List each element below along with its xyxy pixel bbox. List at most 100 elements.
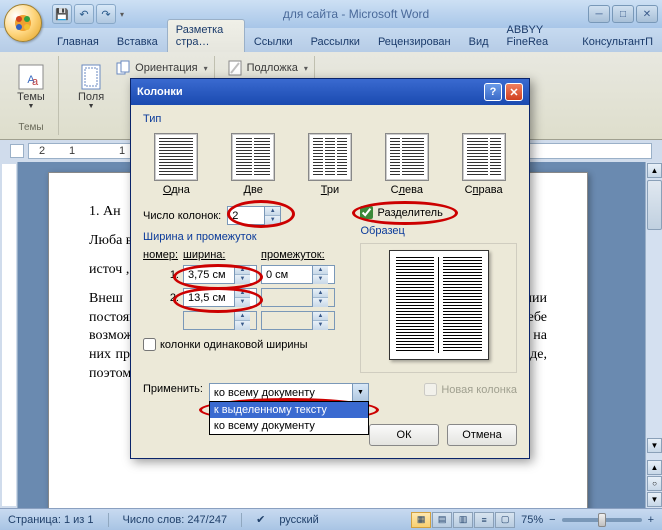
svg-text:a: a	[32, 76, 39, 88]
scroll-thumb[interactable]	[647, 180, 662, 230]
apply-label: Применить:	[143, 383, 203, 395]
ribbon-tabs: Главная Вставка Разметка стра… Ссылки Ра…	[0, 28, 662, 52]
num-cols-input[interactable]	[228, 208, 264, 224]
prev-page-button[interactable]: ▲	[647, 460, 662, 475]
sample-label: Образец	[360, 225, 517, 237]
zoom-out-button[interactable]: −	[549, 514, 555, 526]
equal-width-checkbox[interactable]: колонки одинаковой ширины	[143, 338, 308, 351]
separator-checkbox[interactable]: Разделитель	[360, 206, 442, 219]
dialog-close-button[interactable]: ✕	[505, 83, 523, 101]
row2-width-spinner[interactable]: ▲▼	[183, 288, 257, 307]
office-icon	[12, 12, 34, 34]
tab-home[interactable]: Главная	[48, 31, 108, 52]
row2-num: 2:	[143, 292, 179, 304]
zoom-level[interactable]: 75%	[521, 514, 543, 526]
dialog-titlebar[interactable]: Колонки ? ✕	[131, 79, 529, 105]
tab-references[interactable]: Ссылки	[245, 31, 302, 52]
watermark-button[interactable]: Подложка	[227, 58, 308, 78]
row1-gap-spinner[interactable]: ▲▼	[261, 265, 335, 284]
themes-icon: Aa	[17, 63, 45, 91]
tab-mailings[interactable]: Рассылки	[302, 31, 369, 52]
themes-button[interactable]: Aa Темы ▼	[10, 58, 52, 115]
apply-option-selection[interactable]: к выделенному тексту	[210, 402, 368, 418]
svg-text:1: 1	[119, 145, 125, 157]
tab-abbyy[interactable]: ABBYY FineRea	[498, 19, 574, 52]
sample-box	[360, 243, 517, 373]
dialog-title: Колонки	[137, 86, 481, 98]
ok-button[interactable]: ОК	[369, 424, 439, 446]
vertical-scrollbar[interactable]: ▲ ▼ ▲ ○ ▼	[645, 162, 662, 508]
num-cols-spinner[interactable]: ▲▼	[227, 206, 281, 225]
zoom-in-button[interactable]: +	[648, 514, 654, 526]
scroll-down-button[interactable]: ▼	[647, 438, 662, 453]
save-icon: 💾	[55, 8, 69, 21]
margins-icon	[79, 63, 103, 91]
tab-view[interactable]: Вид	[460, 31, 498, 52]
view-reading[interactable]: ▤	[432, 512, 452, 528]
window-controls: ─ □ ✕	[588, 5, 658, 23]
status-language[interactable]: русский	[279, 514, 318, 526]
watermark-icon	[227, 60, 243, 76]
close-button[interactable]: ✕	[636, 5, 658, 23]
undo-icon: ↶	[79, 8, 88, 21]
cancel-button[interactable]: Отмена	[447, 424, 517, 446]
group-themes: Aa Темы ▼ Темы	[4, 56, 59, 135]
preset-right[interactable]: Справа	[460, 131, 508, 198]
preset-two[interactable]: Две	[229, 131, 277, 198]
row3-width-spinner: ▲▼	[183, 311, 257, 330]
preset-one[interactable]: Одна	[152, 131, 200, 198]
status-page[interactable]: Страница: 1 из 1	[8, 514, 94, 526]
tab-review[interactable]: Рецензирован	[369, 31, 460, 52]
zoom-handle[interactable]	[598, 513, 606, 527]
undo-button[interactable]: ↶	[74, 4, 94, 24]
spin-down[interactable]: ▼	[265, 216, 280, 225]
preset-row: Одна Две Три Слева Справа	[143, 131, 517, 198]
type-label: Тип	[143, 113, 517, 125]
preset-left[interactable]: Слева	[383, 131, 431, 198]
vertical-ruler[interactable]	[0, 162, 18, 508]
new-column-checkbox: Новая колонка	[424, 383, 517, 396]
help-button[interactable]: ?	[484, 83, 502, 101]
zoom-slider[interactable]	[562, 518, 642, 522]
row1-width-spinner[interactable]: ▲▼	[183, 265, 257, 284]
quick-access-toolbar: 💾 ↶ ↷	[52, 4, 124, 24]
view-draft[interactable]: ▢	[495, 512, 515, 528]
maximize-button[interactable]: □	[612, 5, 634, 23]
tab-insert[interactable]: Вставка	[108, 31, 167, 52]
width-section-label: Ширина и промежуток	[143, 231, 346, 243]
svg-text:2: 2	[39, 145, 45, 157]
hdr-num: номер:	[143, 249, 179, 261]
ruler-toggle[interactable]	[10, 144, 24, 158]
row3-gap-spinner: ▲▼	[261, 311, 335, 330]
apply-option-document[interactable]: ко всему документу	[210, 418, 368, 434]
view-print-layout[interactable]: ▦	[411, 512, 431, 528]
row2-gap-spinner: ▲▼	[261, 288, 335, 307]
preset-three[interactable]: Три	[306, 131, 354, 198]
browse-object-button[interactable]: ○	[647, 476, 662, 491]
view-web[interactable]: ▥	[453, 512, 473, 528]
apply-combo[interactable]: ко всему документу ▼ к выделенному текст…	[209, 383, 369, 402]
tab-layout[interactable]: Разметка стра…	[167, 19, 245, 52]
office-button[interactable]	[4, 4, 42, 42]
scroll-up-button[interactable]: ▲	[647, 163, 662, 178]
view-buttons: ▦ ▤ ▥ ≡ ▢	[411, 512, 515, 528]
statusbar: Страница: 1 из 1 Число слов: 247/247 ✔ р…	[0, 508, 662, 530]
status-words[interactable]: Число слов: 247/247	[123, 514, 228, 526]
next-page-button[interactable]: ▼	[647, 492, 662, 507]
columns-dialog: Колонки ? ✕ Тип Одна Две Три Слева Справ…	[130, 78, 530, 459]
redo-button[interactable]: ↷	[96, 4, 116, 24]
hdr-gap: промежуток:	[261, 249, 335, 261]
combo-arrow[interactable]: ▼	[352, 384, 368, 401]
apply-dropdown-list: к выделенному тексту ко всему документу	[209, 401, 369, 435]
orientation-button[interactable]: Ориентация	[115, 58, 207, 78]
tab-consultant[interactable]: КонсультантП	[573, 31, 662, 52]
sample-preview	[389, 250, 489, 360]
margins-button[interactable]: Поля▼	[71, 58, 111, 115]
proofing-icon[interactable]: ✔	[256, 513, 265, 526]
minimize-button[interactable]: ─	[588, 5, 610, 23]
save-button[interactable]: 💾	[52, 4, 72, 24]
zoom-controls: ▦ ▤ ▥ ≡ ▢ 75% − +	[411, 512, 654, 528]
view-outline[interactable]: ≡	[474, 512, 494, 528]
spin-up[interactable]: ▲	[265, 207, 280, 216]
row1-num: 1:	[143, 269, 179, 281]
